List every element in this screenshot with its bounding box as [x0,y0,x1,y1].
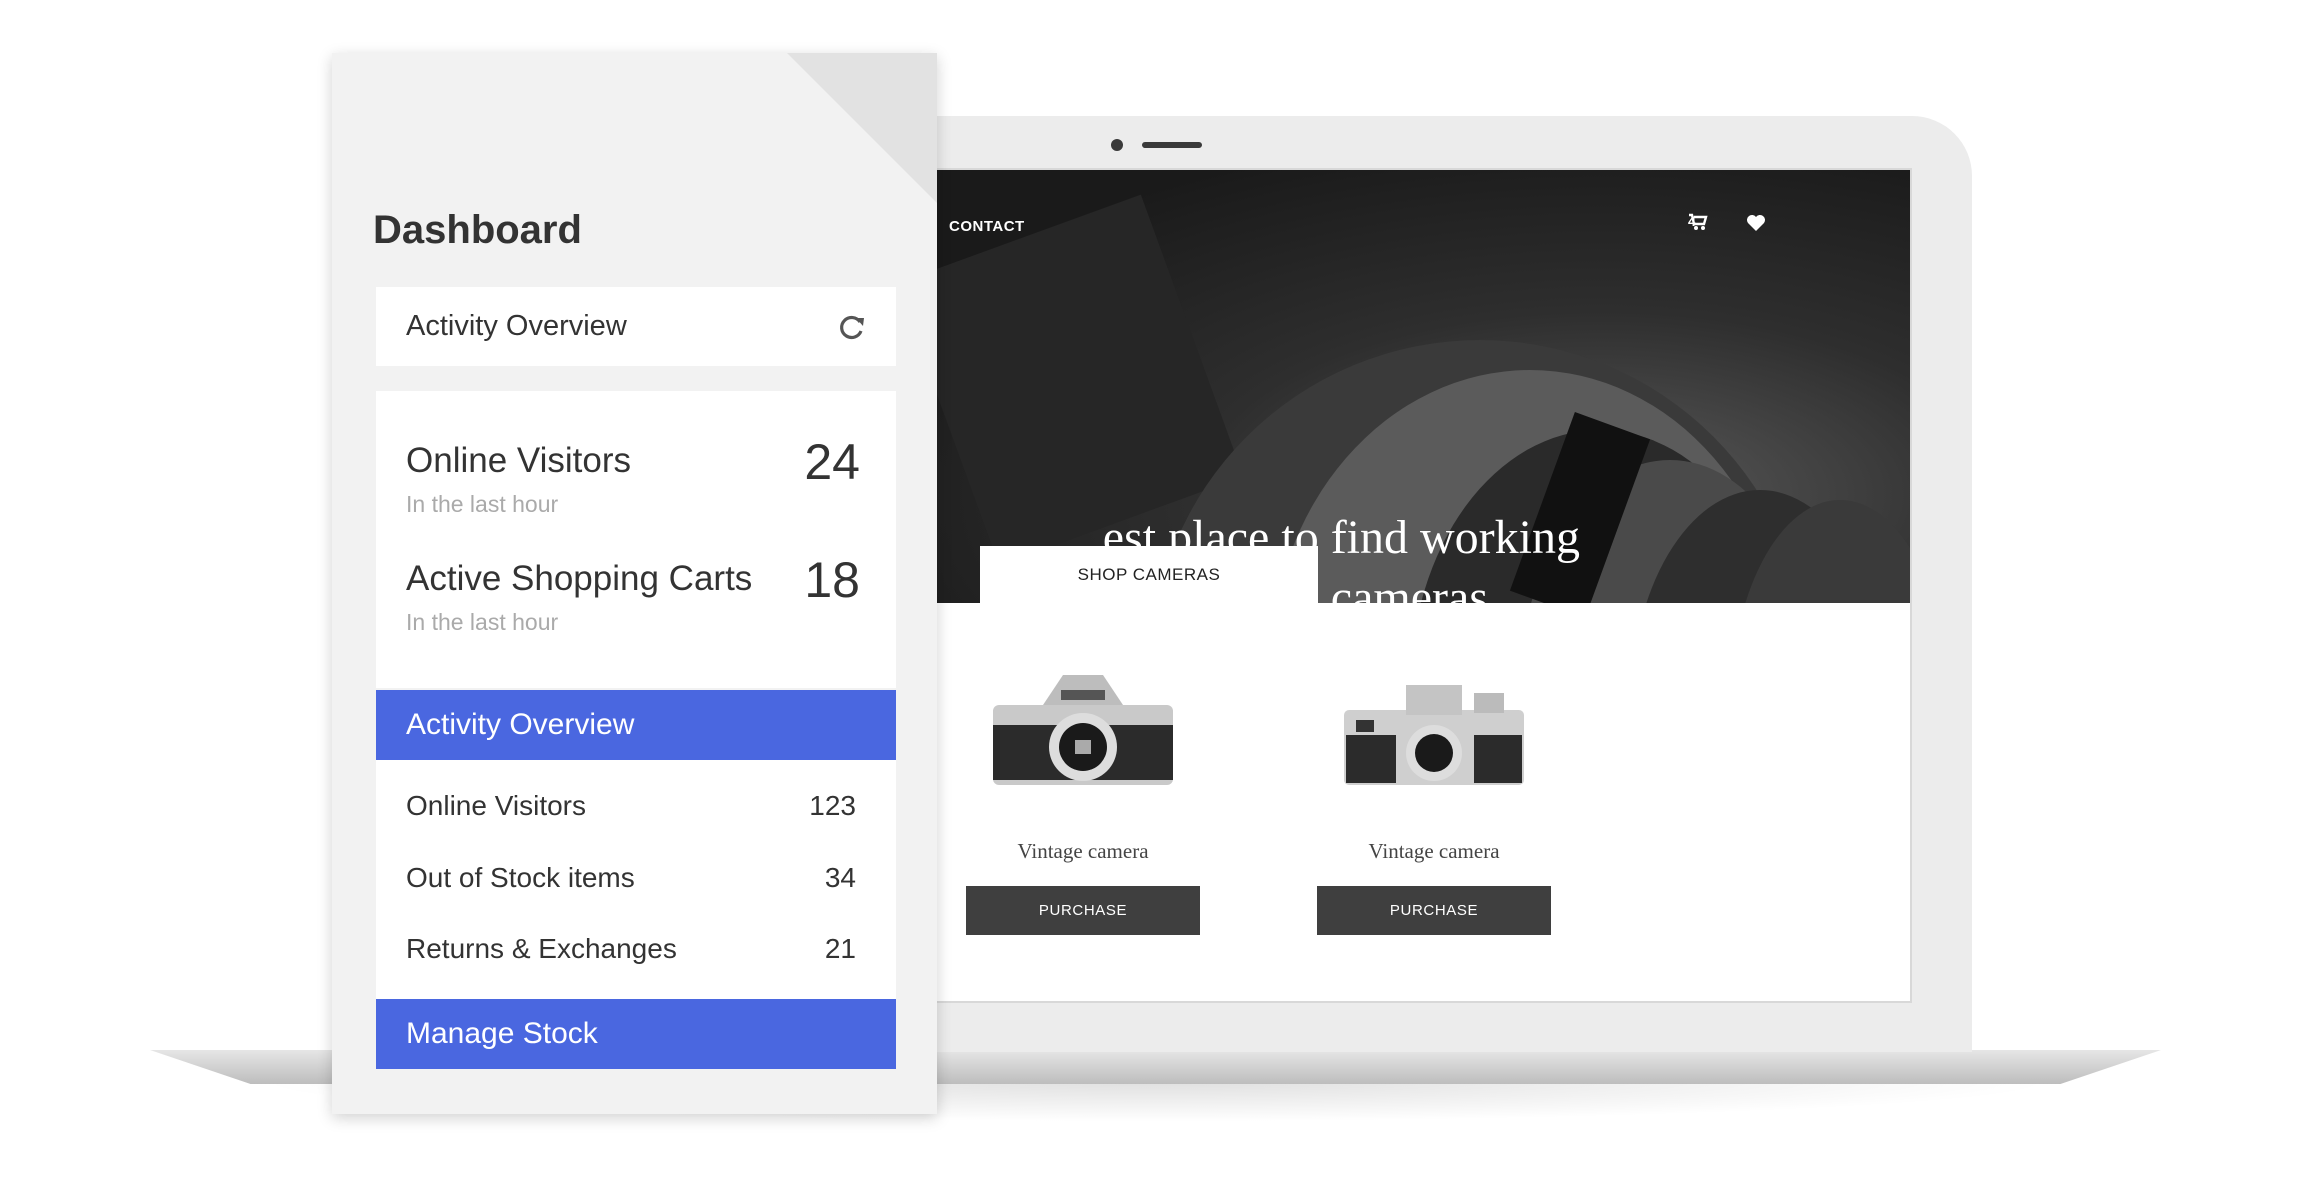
purchase-button[interactable]: PURCHASE [966,886,1200,935]
activity-overview-label: Activity Overview [406,310,627,342]
cart-button[interactable]: 4 [1688,213,1708,230]
dashboard-panel: Dashboard Activity Overview Online Visit… [332,53,937,1114]
product-name: Vintage camera [1368,839,1500,863]
stat-label: Active Shopping Carts [406,559,753,598]
heart-icon[interactable] [1746,214,1766,232]
stat-label: Online Visitors [406,441,632,480]
list-item-label: Out of Stock items [406,862,635,893]
stat-value: 24 [804,434,860,490]
hero-banner: CONTACT 4 est place to find working vint… [880,170,1910,603]
list-item-value: 123 [809,790,856,821]
purchase-button[interactable]: PURCHASE [1317,886,1551,935]
stat-sublabel: In the last hour [406,491,559,517]
stat-sublabel: In the last hour [406,609,559,635]
camera-product-image[interactable] [1334,665,1534,805]
camera-product-image[interactable] [983,665,1183,805]
webcam-icon [1111,139,1123,151]
list-item-label: Returns & Exchanges [406,933,677,964]
activity-overview-card: Activity Overview [376,287,896,366]
section-header[interactable]: Activity Overview [376,690,896,760]
manage-stock-button[interactable]: Manage Stock [376,999,896,1069]
cart-icon [1689,213,1708,230]
list-item-value: 21 [824,933,856,964]
webcam-bar [1142,142,1202,148]
shop-cameras-button[interactable]: SHOP CAMERAS [980,546,1318,603]
stat-active-carts: Active Shopping Carts In the last hour 1… [406,552,860,636]
activity-list: Online Visitors 123 Out of Stock items 34 … [376,760,896,1000]
list-item[interactable]: Online Visitors 123 [406,790,856,822]
list-item[interactable]: Out of Stock items 34 [406,862,856,894]
stat-value: 18 [804,552,860,608]
product-card: Vintage camera PURCHASE [1274,665,1594,935]
product-card: Vintage camera PURCHASE [923,665,1243,935]
stat-online-visitors: Online Visitors In the last hour 24 [406,434,860,518]
list-item-label: Online Visitors [406,790,587,821]
storefront-screen: CONTACT 4 est place to find working vint… [880,168,1912,1003]
page-fold [787,53,937,203]
refresh-icon[interactable] [838,313,866,341]
stats-card: Online Visitors In the last hour 24 Acti… [376,391,896,688]
nav-contact-link[interactable]: CONTACT [949,218,1025,235]
list-item-value: 34 [824,862,856,893]
list-item[interactable]: Returns & Exchanges 21 [406,933,856,965]
product-name: Vintage camera [1017,839,1149,863]
page-title: Dashboard [373,208,582,252]
